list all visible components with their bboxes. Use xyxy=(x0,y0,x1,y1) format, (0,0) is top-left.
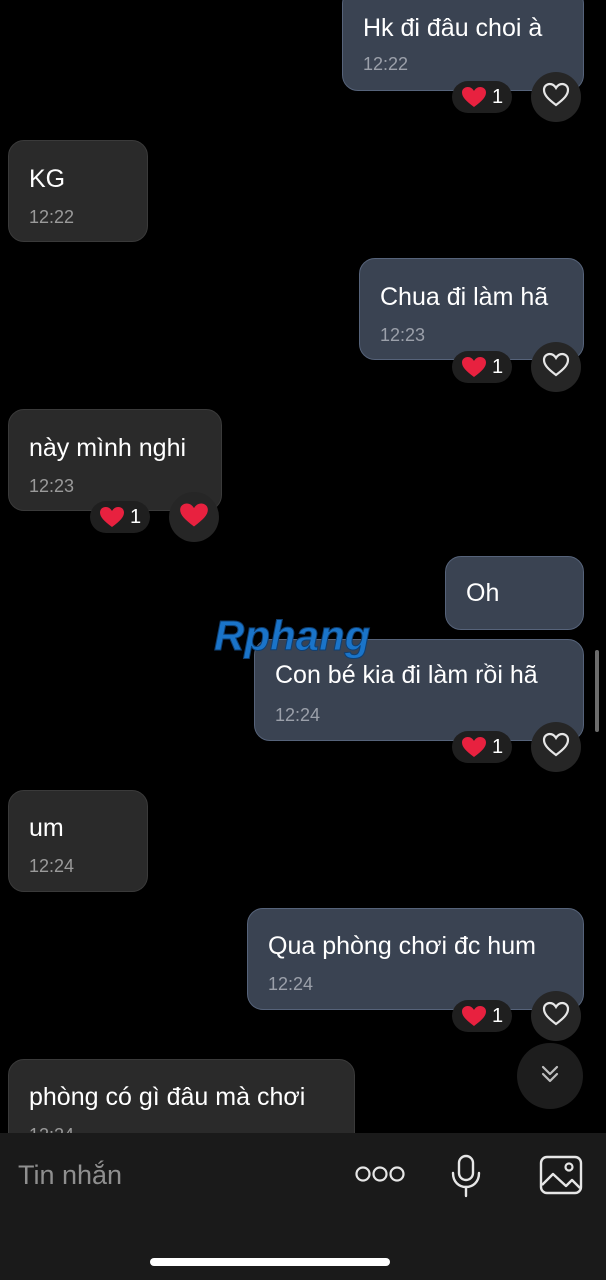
reaction-count[interactable]: 1 xyxy=(452,731,513,763)
message-time: 12:24 xyxy=(275,705,321,725)
heart-icon xyxy=(461,736,487,758)
message-time: 12:23 xyxy=(380,325,426,345)
message-text: KG xyxy=(29,165,66,193)
microphone-button[interactable] xyxy=(446,1154,486,1203)
react-button[interactable] xyxy=(531,72,581,122)
message-text: này mình nghi xyxy=(29,434,187,462)
watermark-logo: Rphang R xyxy=(212,612,402,662)
message-text: Qua phòng chơi đc hum xyxy=(268,932,536,960)
reaction-number: 1 xyxy=(492,85,504,108)
message-text: um xyxy=(29,814,64,842)
message-text: Chua đi làm hã xyxy=(380,283,549,311)
scroll-to-bottom-button[interactable] xyxy=(517,1043,583,1109)
microphone-icon xyxy=(450,1154,482,1203)
reaction-count[interactable]: 1 xyxy=(452,1000,513,1032)
message-input[interactable]: Tin nhắn xyxy=(18,1160,122,1191)
heart-icon xyxy=(461,356,487,378)
message-bubble-received[interactable]: KG 12:22 xyxy=(8,140,148,242)
home-indicator[interactable] xyxy=(150,1258,390,1266)
react-button[interactable] xyxy=(531,722,581,772)
react-button[interactable] xyxy=(531,991,581,1041)
heart-icon xyxy=(461,1005,487,1027)
reaction-number: 1 xyxy=(492,355,504,378)
message-list[interactable]: Hk đi đâu choi à 12:22 1 KG 12:22 Chua đ… xyxy=(0,0,606,1133)
more-dots-icon xyxy=(355,1164,405,1189)
heart-outline-icon xyxy=(542,352,570,382)
message-time: 12:24 xyxy=(29,1124,334,1133)
heart-outline-icon xyxy=(542,82,570,112)
heart-icon xyxy=(461,86,487,108)
chevron-double-down-icon xyxy=(538,1062,562,1091)
message-text: Hk đi đâu choi à xyxy=(363,14,543,42)
message-time: 12:23 xyxy=(29,476,75,496)
react-button-active[interactable] xyxy=(169,492,219,542)
scrollbar[interactable] xyxy=(595,650,599,732)
reaction-number: 1 xyxy=(130,505,142,528)
message-text: Oh xyxy=(466,579,500,607)
chat-screen: Hk đi đâu choi à 12:22 1 KG 12:22 Chua đ… xyxy=(0,0,606,1280)
message-text: phòng có gì đâu mà chơi xyxy=(29,1083,306,1111)
heart-outline-icon xyxy=(542,1001,570,1031)
reaction-number: 1 xyxy=(492,735,504,758)
message-bubble-sent[interactable]: Qua phòng chơi đc hum 12:24 xyxy=(247,908,584,1010)
more-button[interactable] xyxy=(354,1160,406,1192)
message-time: 12:24 xyxy=(29,856,75,876)
image-button[interactable] xyxy=(538,1155,584,1199)
svg-text:Rphang: Rphang xyxy=(214,612,370,659)
message-time: 12:24 xyxy=(268,974,314,994)
composer-bar: Tin nhắn xyxy=(0,1133,606,1280)
heart-outline-icon xyxy=(542,732,570,762)
heart-icon xyxy=(99,506,125,528)
heart-icon xyxy=(179,502,209,533)
message-bubble-received[interactable]: um 12:24 xyxy=(8,790,148,892)
message-bubble-sent[interactable]: Oh xyxy=(445,556,584,630)
react-button[interactable] xyxy=(531,342,581,392)
message-bubble-received[interactable]: phòng có gì đâu mà chơi 12:24 xyxy=(8,1059,355,1133)
image-icon xyxy=(539,1155,583,1200)
reaction-count[interactable]: 1 xyxy=(452,351,513,383)
message-time: 12:22 xyxy=(29,207,75,227)
message-time: 12:22 xyxy=(363,54,409,74)
reaction-count[interactable]: 1 xyxy=(90,501,151,533)
message-text: Con bé kia đi làm rồi hã xyxy=(275,661,538,689)
reaction-count[interactable]: 1 xyxy=(452,81,513,113)
reaction-number: 1 xyxy=(492,1004,504,1027)
